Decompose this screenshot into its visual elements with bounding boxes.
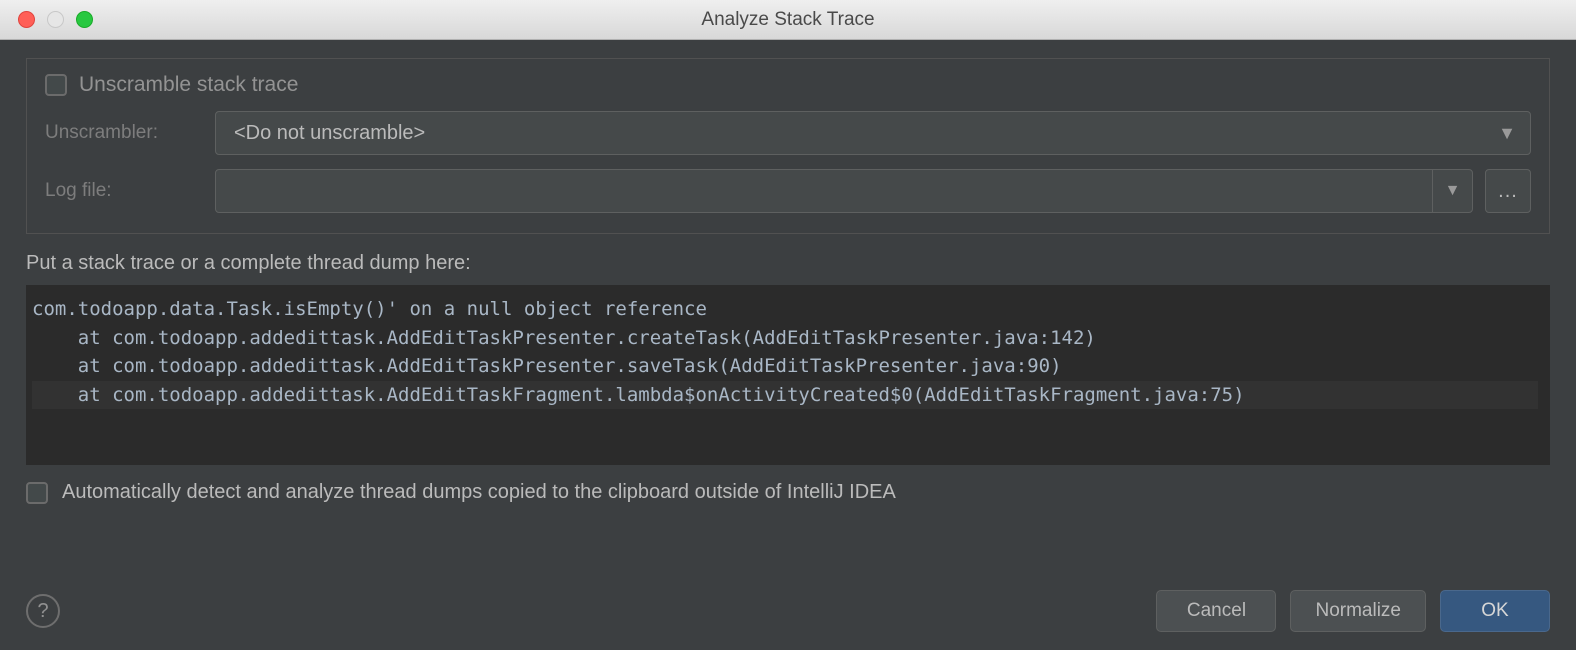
unscramble-checkbox[interactable] [45, 74, 67, 96]
dialog-buttons: Cancel Normalize OK [1156, 590, 1550, 632]
chevron-down-icon: ▼ [1445, 182, 1461, 200]
help-icon: ? [37, 600, 48, 623]
logfile-field[interactable]: ▼ [215, 169, 1473, 213]
logfile-history-button[interactable]: ▼ [1432, 170, 1472, 212]
auto-detect-label: Automatically detect and analyze thread … [62, 481, 896, 504]
cancel-button[interactable]: Cancel [1156, 590, 1276, 632]
chevron-down-icon: ▼ [1498, 123, 1516, 144]
unscrambler-label: Unscrambler: [45, 122, 215, 144]
auto-detect-checkbox[interactable] [26, 482, 48, 504]
logfile-input[interactable] [216, 170, 1432, 212]
minimize-window-button[interactable] [47, 11, 64, 28]
titlebar: Analyze Stack Trace [0, 0, 1576, 40]
ok-button[interactable]: OK [1440, 590, 1550, 632]
ellipsis-icon: ... [1498, 180, 1518, 203]
window-title: Analyze Stack Trace [0, 9, 1576, 31]
unscrambler-value: <Do not unscramble> [234, 122, 425, 145]
help-button[interactable]: ? [26, 594, 60, 628]
browse-button[interactable]: ... [1485, 169, 1531, 213]
logfile-label: Log file: [45, 180, 215, 202]
dialog-content: Unscramble stack trace Unscrambler: <Do … [0, 40, 1576, 650]
zoom-window-button[interactable] [76, 11, 93, 28]
stack-trace-line: com.todoapp.data.Task.isEmpty()' on a nu… [32, 298, 707, 320]
traffic-lights [18, 11, 93, 28]
stack-trace-line: at com.todoapp.addedittask.AddEditTaskPr… [32, 355, 1062, 377]
stack-trace-line: at com.todoapp.addedittask.AddEditTaskPr… [32, 327, 1096, 349]
options-panel: Unscramble stack trace Unscrambler: <Do … [26, 58, 1550, 234]
normalize-button[interactable]: Normalize [1290, 590, 1426, 632]
stack-trace-textarea[interactable]: com.todoapp.data.Task.isEmpty()' on a nu… [26, 285, 1550, 465]
stack-trace-instruction: Put a stack trace or a complete thread d… [26, 252, 1550, 275]
dialog-footer: ? Cancel Normalize OK [26, 570, 1550, 632]
close-window-button[interactable] [18, 11, 35, 28]
stack-trace-line: at com.todoapp.addedittask.AddEditTaskFr… [32, 381, 1538, 410]
unscramble-checkbox-label: Unscramble stack trace [79, 73, 298, 97]
unscrambler-dropdown[interactable]: <Do not unscramble> ▼ [215, 111, 1531, 155]
